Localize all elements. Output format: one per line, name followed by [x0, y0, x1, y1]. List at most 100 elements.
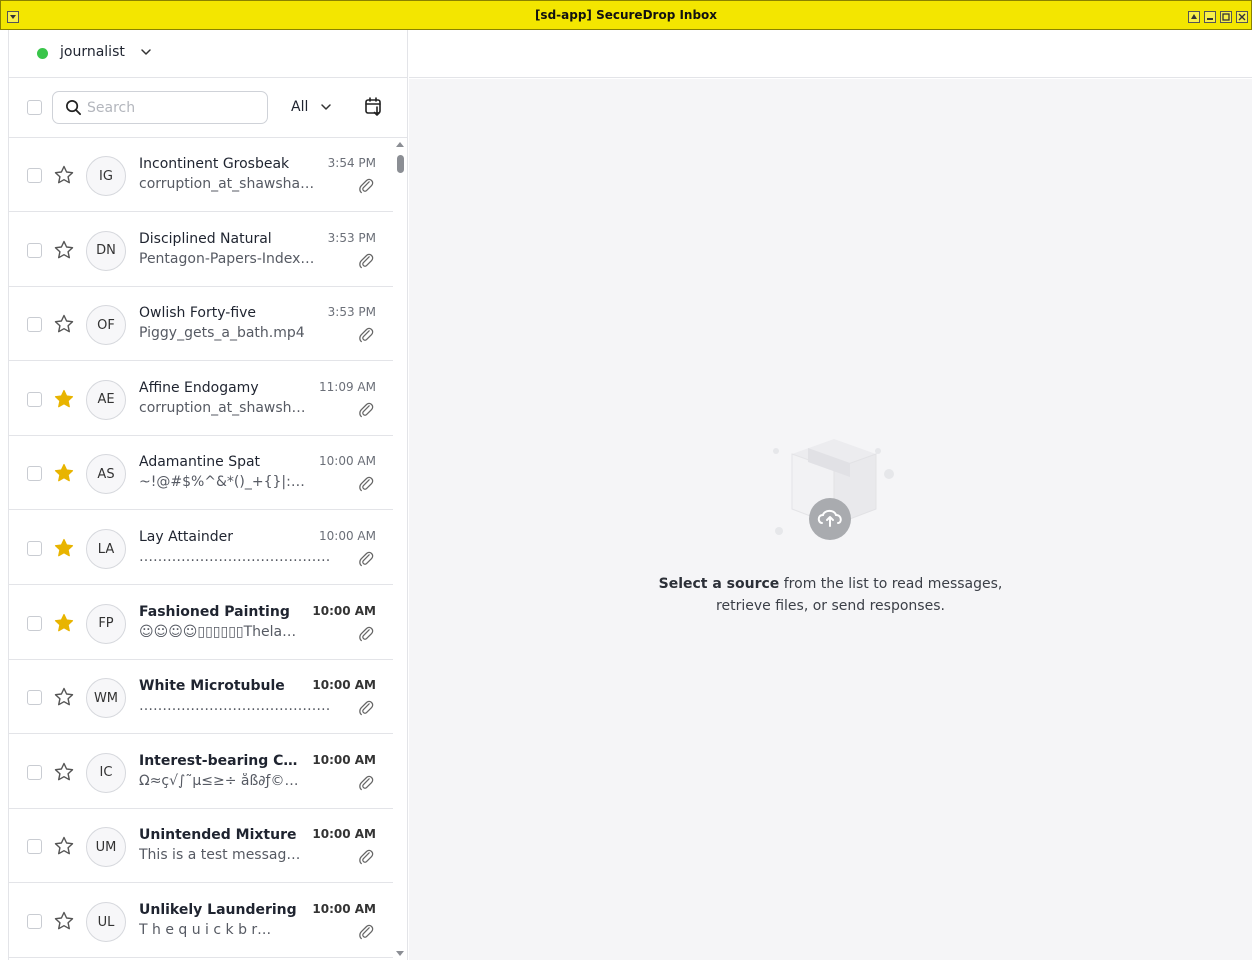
avatar: AE [86, 379, 126, 420]
star-icon[interactable] [53, 910, 75, 932]
source-row[interactable]: FP Fashioned Painting 10:00 AM ☺☺☺☺▯▯▯▯▯▯Th… [9, 586, 393, 660]
user-status-icon [37, 48, 48, 59]
source-name: Disciplined Natural [139, 230, 272, 247]
source-name: Adamantine Spat [139, 454, 261, 471]
scroll-up-icon[interactable] [396, 142, 404, 147]
star-icon[interactable] [53, 686, 75, 708]
message-preview: Ω≈ç√∫˜µ≤≥÷ åß∂ƒ©… [139, 772, 299, 789]
source-row[interactable]: WM White Microtubule 10:00 AM …………………………………… [9, 660, 393, 735]
message-preview: ~!@#$%^&*()_+{}|:… [139, 474, 305, 491]
source-timestamp: 10:00 AM [312, 902, 376, 916]
source-checkbox[interactable] [27, 914, 42, 929]
source-timestamp: 10:00 AM [312, 827, 376, 842]
window-title: [sd-app] SecureDrop Inbox [534, 8, 718, 22]
source-row[interactable]: LA Lay Attainder 10:00 AM …………………………………… [9, 511, 393, 585]
paperclip-icon [359, 626, 374, 641]
source-name: Fashioned Painting [139, 603, 290, 620]
paperclip-icon [359, 775, 374, 790]
source-list: IG Incontinent Grosbeak 3:54 PM corruption_… [9, 138, 393, 960]
source-checkbox[interactable] [27, 242, 42, 258]
source-name: White Microtubule [139, 678, 285, 695]
source-checkbox[interactable] [27, 391, 42, 407]
search-toolbar: All [9, 78, 408, 138]
star-icon[interactable] [53, 835, 75, 857]
source-row[interactable]: IC Interest-bearing C… 10:00 AM Ω≈ç√∫˜µ≤≥÷ … [9, 735, 393, 809]
chevron-down-icon[interactable] [319, 100, 333, 114]
avatar: AS [86, 454, 126, 495]
window-minimize-icon[interactable] [1204, 11, 1216, 23]
source-checkbox[interactable] [27, 839, 42, 855]
search-input[interactable] [87, 99, 257, 117]
empty-state-line2: retrieve files, or send responses. [716, 598, 945, 614]
message-preview: …………………………………… [139, 698, 329, 715]
select-all-checkbox[interactable] [27, 100, 42, 115]
source-checkbox[interactable] [27, 466, 42, 482]
avatar: UM [86, 827, 126, 868]
source-timestamp: 10:00 AM [312, 603, 376, 618]
source-name: Incontinent Grosbeak [139, 156, 290, 172]
chevron-down-icon[interactable] [139, 45, 153, 59]
source-name: Lay Attainder [139, 529, 234, 545]
source-list-scrollbar[interactable] [393, 138, 408, 960]
paperclip-icon [359, 850, 374, 865]
user-menu-bar: journalist [9, 30, 408, 78]
message-preview: T h e q u i c k b r… [139, 922, 272, 938]
avatar: DN [86, 230, 126, 271]
source-checkbox[interactable] [27, 615, 42, 631]
avatar: UL [86, 902, 126, 942]
scroll-down-icon[interactable] [396, 951, 404, 956]
star-filled-icon[interactable] [53, 537, 75, 559]
avatar: LA [86, 529, 126, 569]
empty-state-line1: from the list to read messages, [779, 576, 1003, 592]
calendar-sort-icon[interactable] [363, 95, 385, 117]
star-icon[interactable] [53, 761, 75, 783]
source-checkbox[interactable] [27, 168, 42, 183]
source-row[interactable]: AE Affine Endogamy 11:09 AM corruption_at_s… [9, 362, 393, 436]
source-checkbox[interactable] [27, 764, 42, 780]
empty-state-message: Select a source from the list to read me… [409, 573, 1252, 617]
message-preview: Pentagon-Papers-Index… [139, 250, 315, 267]
paperclip-icon [359, 402, 374, 417]
source-name: Affine Endogamy [139, 379, 259, 396]
message-preview: corruption_at_shawsh… [139, 399, 306, 416]
window-maximize-icon[interactable] [1220, 11, 1232, 23]
filter-dropdown[interactable]: All [291, 99, 308, 115]
source-row[interactable]: DN Disciplined Natural 3:53 PM Pentagon-Pap… [9, 213, 393, 287]
message-preview: corruption_at_shawsha… [139, 176, 315, 192]
window-close-icon[interactable] [1236, 11, 1248, 23]
source-row[interactable]: IG Incontinent Grosbeak 3:54 PM corruption_… [9, 138, 393, 212]
source-timestamp: 10:00 AM [312, 678, 376, 693]
source-timestamp: 10:00 AM [312, 752, 376, 767]
source-timestamp: 11:09 AM [319, 379, 376, 394]
source-row[interactable]: OF Owlish Forty-five 3:53 PM Piggy_gets_a_b… [9, 287, 393, 362]
window-keep-above-icon[interactable] [1188, 11, 1200, 23]
avatar: WM [86, 678, 126, 719]
star-icon[interactable] [53, 239, 75, 261]
user-menu-button[interactable]: journalist [60, 44, 125, 60]
source-name: Owlish Forty-five [139, 305, 257, 322]
message-preview: This is a test messag… [139, 847, 301, 864]
message-preview: ☺☺☺☺▯▯▯▯▯▯Thela… [139, 623, 297, 640]
source-list-pane: journalist All IG Incontinent Grosbeak 3:5… [8, 30, 408, 960]
star-icon[interactable] [53, 313, 75, 335]
star-filled-icon[interactable] [53, 388, 75, 410]
search-box[interactable] [52, 91, 268, 124]
conversation-empty-state: Select a source from the list to read me… [409, 79, 1252, 960]
scroll-thumb[interactable] [397, 155, 404, 173]
source-row[interactable]: UM Unintended Mixture 10:00 AM This is a te… [9, 809, 393, 884]
source-checkbox[interactable] [27, 317, 42, 333]
star-filled-icon[interactable] [53, 612, 75, 634]
star-icon[interactable] [53, 164, 75, 186]
source-checkbox[interactable] [27, 541, 42, 556]
source-timestamp: 10:00 AM [319, 454, 376, 469]
source-timestamp: 3:53 PM [327, 305, 376, 320]
star-filled-icon[interactable] [53, 462, 75, 484]
source-name: Unlikely Laundering [139, 902, 297, 918]
avatar: IG [86, 156, 126, 196]
source-row[interactable]: AS Adamantine Spat 10:00 AM ~!@#$%^&*()_+{}… [9, 436, 393, 511]
source-checkbox[interactable] [27, 690, 42, 706]
message-preview: …………………………………… [139, 549, 329, 565]
paperclip-icon [359, 253, 374, 268]
paperclip-icon [359, 477, 374, 492]
source-row[interactable]: UL Unlikely Laundering 10:00 AM T h e q u i… [9, 884, 393, 958]
